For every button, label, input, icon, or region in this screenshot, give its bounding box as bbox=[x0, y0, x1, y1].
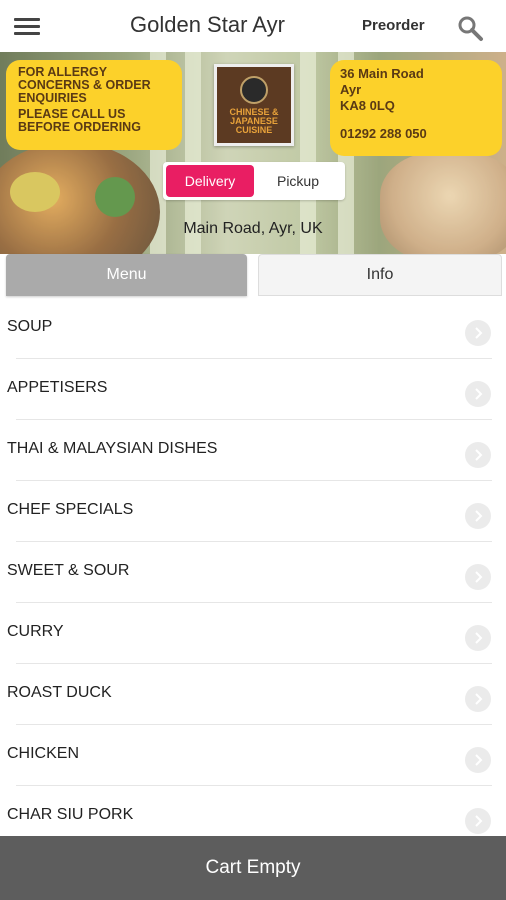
category-label: SOUP bbox=[7, 318, 53, 335]
allergy-notice: FOR ALLERGY CONCERNS & ORDER ENQUIRIES P… bbox=[6, 60, 182, 150]
tab-info[interactable]: Info bbox=[258, 254, 502, 296]
chevron-right-icon bbox=[465, 686, 491, 712]
chevron-right-icon bbox=[465, 747, 491, 773]
category-label: CURRY bbox=[7, 623, 64, 640]
delivery-mode-toggle: Delivery Pickup bbox=[163, 162, 345, 200]
address-line: KA8 0LQ bbox=[340, 98, 395, 113]
location-text: Main Road, Ayr, UK bbox=[183, 220, 323, 237]
chevron-right-icon bbox=[465, 503, 491, 529]
address-line: Ayr bbox=[340, 82, 362, 97]
logo-emblem-icon bbox=[240, 75, 268, 104]
notice-line: CONCERNS & ORDER bbox=[18, 78, 151, 92]
hamburger-icon[interactable] bbox=[14, 14, 42, 38]
delivery-option[interactable]: Delivery bbox=[166, 165, 254, 197]
tab-menu[interactable]: Menu bbox=[6, 254, 247, 296]
category-item-curry[interactable]: CURRY bbox=[0, 603, 506, 664]
notice-line: FOR ALLERGY bbox=[18, 65, 108, 79]
preorder-button[interactable]: Preorder bbox=[362, 17, 425, 34]
category-item-sweet-sour[interactable]: SWEET & SOUR bbox=[0, 542, 506, 603]
logo-text: CHINESE & JAPANESE CUISINE bbox=[229, 106, 279, 135]
chevron-right-icon bbox=[465, 442, 491, 468]
category-item-chef-specials[interactable]: CHEF SPECIALS bbox=[0, 481, 506, 542]
restaurant-logo: CHINESE & JAPANESE CUISINE bbox=[214, 64, 294, 146]
address-line: 36 Main Road bbox=[340, 66, 424, 81]
category-item-thai-malaysian[interactable]: THAI & MALAYSIAN DISHES bbox=[0, 420, 506, 481]
category-label: CHAR SIU PORK bbox=[7, 806, 134, 823]
chevron-right-icon bbox=[465, 625, 491, 651]
phone-number[interactable]: 01292 288 050 bbox=[340, 126, 502, 142]
category-label: CHEF SPECIALS bbox=[7, 501, 134, 518]
address-card: 36 Main Road Ayr KA8 0LQ 01292 288 050 bbox=[330, 60, 502, 156]
notice-line: PLEASE CALL US bbox=[18, 107, 126, 121]
notice-line: ENQUIRIES bbox=[18, 91, 87, 105]
category-label: ROAST DUCK bbox=[7, 684, 112, 701]
tab-bar: Menu Info bbox=[0, 254, 506, 298]
page-title: Golden Star Ayr bbox=[130, 12, 285, 37]
category-label: APPETISERS bbox=[7, 379, 108, 396]
pickup-option[interactable]: Pickup bbox=[254, 165, 342, 197]
notice-line: BEFORE ORDERING bbox=[18, 120, 141, 134]
search-icon[interactable] bbox=[456, 14, 484, 42]
chevron-right-icon bbox=[465, 564, 491, 590]
hero-banner: FOR ALLERGY CONCERNS & ORDER ENQUIRIES P… bbox=[0, 52, 506, 254]
app-bar: Golden Star Ayr Preorder bbox=[0, 0, 506, 53]
category-label: THAI & MALAYSIAN DISHES bbox=[7, 440, 218, 457]
cart-button[interactable]: Cart Empty bbox=[0, 836, 506, 900]
chevron-right-icon bbox=[465, 381, 491, 407]
category-item-soup[interactable]: SOUP bbox=[0, 298, 506, 359]
category-item-appetisers[interactable]: APPETISERS bbox=[0, 359, 506, 420]
category-label: SWEET & SOUR bbox=[7, 562, 130, 579]
category-label: CHICKEN bbox=[7, 745, 80, 762]
chevron-right-icon bbox=[465, 320, 491, 346]
chevron-right-icon bbox=[465, 808, 491, 834]
category-item-roast-duck[interactable]: ROAST DUCK bbox=[0, 664, 506, 725]
category-list: SOUP APPETISERS THAI & MALAYSIAN DISHES … bbox=[0, 298, 506, 847]
category-item-chicken[interactable]: CHICKEN bbox=[0, 725, 506, 786]
